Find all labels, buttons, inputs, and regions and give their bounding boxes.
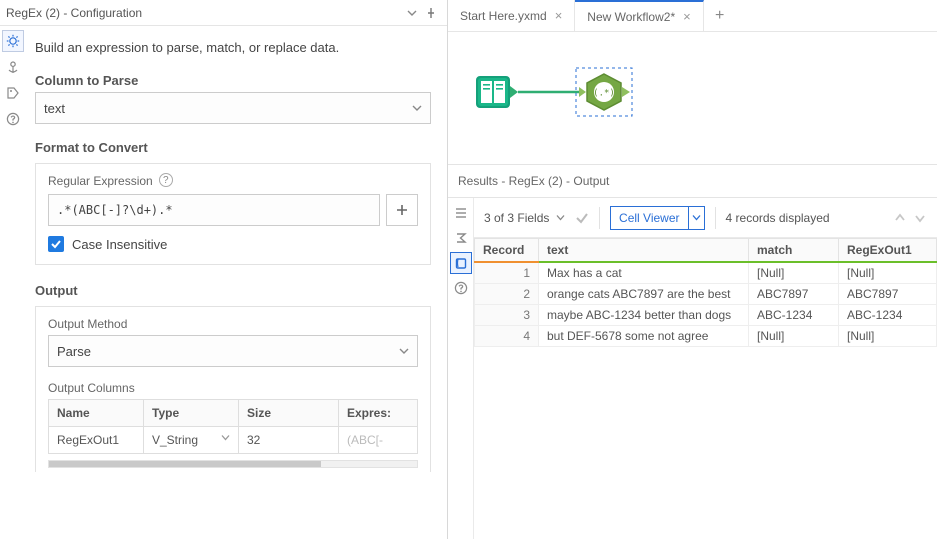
chevron-down-icon (412, 103, 422, 113)
table-row[interactable]: 4 but DEF-5678 some not agree [Null] [Nu… (475, 326, 937, 347)
output-method-select[interactable]: Parse (48, 335, 418, 367)
config-form: Build an expression to parse, match, or … (27, 26, 447, 539)
table-row-header: Record text match RegExOut1 (475, 239, 937, 263)
table-row-header: Name Type Size Expres: (49, 400, 418, 427)
tool-text-input[interactable] (476, 76, 518, 108)
config-tab-settings[interactable] (2, 30, 24, 52)
fields-count: 3 of 3 Fields (484, 211, 565, 225)
table-row[interactable]: 3 maybe ABC-1234 better than dogs ABC-12… (475, 305, 937, 326)
regex-value: .*(ABC[-]?\d+).* (57, 203, 173, 217)
regex-input[interactable]: .*(ABC[-]?\d+).* (48, 194, 380, 226)
close-icon[interactable]: × (555, 8, 563, 23)
results-grid: Record text match RegExOut1 1 Max has a … (474, 238, 937, 347)
outcol-expr[interactable]: (ABC[- (339, 427, 418, 454)
table-row[interactable]: 1 Max has a cat [Null] [Null] (475, 262, 937, 284)
format-fieldset: Regular Expression ? .*(ABC[-]?\d+).* (35, 163, 431, 265)
output-method-value: Parse (57, 344, 91, 359)
output-fieldset: Output Method Parse Output Columns Name … (35, 306, 431, 472)
column-parse-value: text (44, 101, 65, 116)
nav-up-icon[interactable] (893, 211, 907, 225)
col-expr-header: Expres: (339, 400, 418, 427)
tab-new-workflow[interactable]: New Workflow2* × (575, 0, 703, 31)
results-tab-help[interactable] (450, 277, 472, 299)
col-type-header: Type (144, 400, 239, 427)
config-intro: Build an expression to parse, match, or … (35, 40, 431, 55)
records-count: 4 records displayed (726, 211, 830, 225)
config-titlebar: RegEx (2) - Configuration (0, 0, 447, 26)
workflow-canvas[interactable]: (.*) (448, 32, 937, 164)
tab-start-here[interactable]: Start Here.yxmd × (448, 0, 575, 31)
outcol-type[interactable]: V_String (144, 427, 239, 454)
results-toolbar: 3 of 3 Fields Cell Viewer 4 records disp… (474, 198, 937, 238)
help-icon[interactable]: ? (159, 173, 173, 187)
close-icon[interactable]: × (683, 9, 691, 24)
svg-text:(.*): (.*) (593, 89, 615, 99)
table-row[interactable]: RegExOut1 V_String 32 (ABC[- (49, 427, 418, 454)
format-convert-label: Format to Convert (35, 140, 431, 155)
output-label: Output (35, 283, 431, 298)
col-match-header[interactable]: match (749, 239, 839, 263)
checkbox-checked-icon (48, 236, 64, 252)
nav-down-icon[interactable] (913, 211, 927, 225)
results-icon-strip (448, 198, 474, 539)
chevron-down-icon (399, 346, 409, 356)
results-tab-list[interactable] (450, 202, 472, 224)
outcol-name[interactable]: RegExOut1 (49, 427, 144, 454)
outcol-size[interactable]: 32 (239, 427, 339, 454)
output-columns-table: Name Type Size Expres: RegExOut1 V_Strin… (48, 399, 418, 454)
results-title: Results - RegEx (2) - Output (448, 164, 937, 198)
chevron-down-icon (221, 433, 230, 442)
results-tab-data[interactable] (450, 252, 472, 274)
config-tab-anchor[interactable] (2, 56, 24, 78)
add-tab-button[interactable]: + (704, 0, 736, 31)
config-tab-help[interactable] (2, 108, 24, 130)
table-row[interactable]: 2 orange cats ABC7897 are the best ABC78… (475, 284, 937, 305)
workflow-tabs: Start Here.yxmd × New Workflow2* × + (448, 0, 937, 32)
col-size-header: Size (239, 400, 339, 427)
col-out-header[interactable]: RegExOut1 (839, 239, 937, 263)
config-title: RegEx (2) - Configuration (6, 6, 401, 20)
col-name-header: Name (49, 400, 144, 427)
case-insensitive-label: Case Insensitive (72, 237, 167, 252)
dropdown-icon[interactable] (403, 4, 421, 22)
case-insensitive-row[interactable]: Case Insensitive (48, 236, 418, 252)
output-columns-label: Output Columns (48, 381, 418, 395)
tab-label: New Workflow2* (587, 10, 675, 24)
cell-viewer-button[interactable]: Cell Viewer (610, 206, 704, 230)
pin-icon[interactable] (423, 4, 441, 22)
column-parse-select[interactable]: text (35, 92, 431, 124)
col-record-header[interactable]: Record (475, 239, 539, 263)
regex-label: Regular Expression (48, 174, 153, 188)
horizontal-scrollbar[interactable] (48, 460, 418, 468)
tool-regex[interactable]: (.*) (576, 68, 632, 116)
config-tab-tag[interactable] (2, 82, 24, 104)
results-tab-sigma[interactable] (450, 227, 472, 249)
output-method-label: Output Method (48, 317, 418, 331)
config-panel: RegEx (2) - Configuration (0, 0, 448, 539)
column-parse-label: Column to Parse (35, 73, 431, 88)
config-icon-strip (0, 26, 27, 539)
chevron-down-icon[interactable] (688, 207, 704, 229)
col-text-header[interactable]: text (539, 239, 749, 263)
check-icon[interactable] (575, 211, 589, 225)
regex-add-button[interactable] (386, 194, 418, 226)
tab-label: Start Here.yxmd (460, 9, 547, 23)
